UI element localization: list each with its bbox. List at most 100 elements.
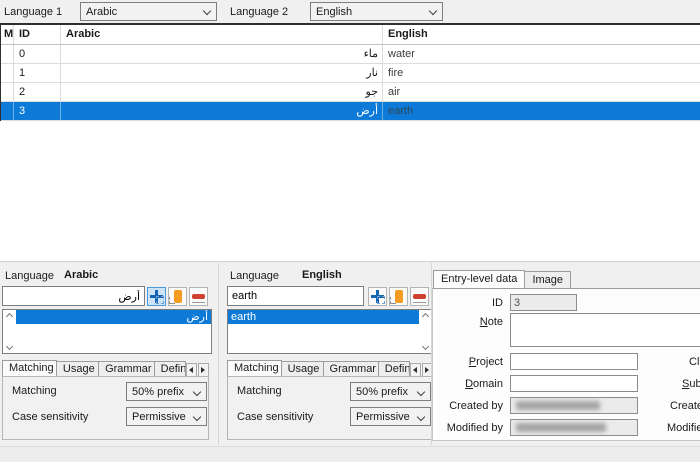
arabic-case-sensitivity-select[interactable]: Permissive [126, 407, 207, 426]
english-matching-select[interactable]: 50% prefix [350, 382, 431, 401]
grid-cell-arabic: نار [61, 64, 383, 82]
tab-matching[interactable]: Matching [227, 360, 282, 377]
chevron-down-icon [429, 7, 437, 15]
tab-grammar[interactable]: Grammar [98, 361, 155, 377]
id-label: ID [430, 297, 503, 309]
chevron-down-icon [193, 413, 201, 421]
grid-cell-arabic: جو [61, 83, 383, 101]
tab-matching[interactable]: Matching [2, 360, 57, 377]
english-language-name: English [302, 269, 342, 281]
matching-value: 50% prefix [356, 386, 408, 398]
grid-header-english[interactable]: English [383, 25, 700, 44]
application-window: Language 1 Arabic Language 2 English M I… [0, 0, 700, 462]
language2-combo[interactable]: English [310, 2, 443, 21]
modified-label-right: Modifie [667, 422, 700, 434]
triangle-right-icon [425, 367, 429, 373]
list-item-selected[interactable]: أرض [16, 310, 211, 324]
triangle-right-icon [201, 367, 205, 373]
english-language-label: Language [230, 270, 279, 282]
grid-row[interactable]: 0 ماء water [1, 45, 700, 64]
chevron-down-icon[interactable] [422, 343, 429, 350]
grid-cell-english: fire [383, 64, 700, 82]
list-item-selected[interactable]: earth [228, 310, 419, 324]
matching-label: Matching [12, 385, 57, 397]
arabic-add-term-button[interactable] [147, 287, 166, 306]
grid-header-arabic[interactable]: Arabic [61, 25, 383, 44]
arabic-language-name: Arabic [64, 269, 98, 281]
arabic-replace-term-button[interactable] [168, 287, 187, 306]
redacted-value [516, 401, 600, 410]
language1-value: Arabic [86, 6, 117, 18]
language2-value: English [316, 6, 352, 18]
tab-scroll-right-button[interactable] [198, 363, 209, 377]
red-dash-icon [192, 294, 205, 299]
tab-image[interactable]: Image [524, 271, 571, 289]
matching-label: Matching [237, 385, 282, 397]
arabic-delete-term-button[interactable] [189, 287, 208, 306]
list-scrollbar[interactable] [3, 310, 16, 353]
grid-cell-m [1, 102, 14, 120]
id-field [510, 294, 577, 311]
case-sensitivity-value: Permissive [132, 411, 186, 423]
chevron-up-icon[interactable] [422, 313, 429, 320]
domain-label: Domain [430, 378, 503, 390]
grid-cell-arabic: ماء [61, 45, 383, 63]
subject-label: Sub [682, 378, 700, 390]
case-sensitivity-label: Case sensitivity [237, 411, 313, 423]
status-bar [0, 446, 700, 462]
chevron-down-icon [203, 7, 211, 15]
matching-value: 50% prefix [132, 386, 184, 398]
grid-row[interactable]: 1 نار fire [1, 64, 700, 83]
grid-cell-arabic: أرض [61, 102, 383, 120]
grid-header-id[interactable]: ID [14, 25, 61, 44]
note-textarea[interactable] [510, 313, 700, 347]
english-delete-term-button[interactable] [410, 287, 429, 306]
tab-scroll-left-button[interactable] [410, 363, 421, 377]
note-label: Note [430, 316, 503, 328]
tab-scroll-left-button[interactable] [186, 363, 197, 377]
tab-grammar[interactable]: Grammar [323, 361, 379, 377]
arabic-matching-select[interactable]: 50% prefix [126, 382, 207, 401]
grid-cell-id: 0 [14, 45, 61, 63]
chevron-down-icon[interactable] [6, 343, 13, 350]
grid-header-m[interactable]: M [1, 25, 14, 44]
grid-row[interactable]: 2 جو air [1, 83, 700, 102]
tab-usage[interactable]: Usage [281, 361, 324, 377]
red-dash-icon [413, 294, 426, 299]
entries-area: M ID Arabic English 0 ماء water 1 نار fi… [0, 23, 700, 262]
english-add-term-button[interactable] [368, 287, 387, 306]
english-case-sensitivity-select[interactable]: Permissive [350, 407, 431, 426]
chevron-up-icon[interactable] [6, 313, 13, 320]
project-field[interactable] [510, 353, 638, 370]
tab-entry-level-data[interactable]: Entry-level data [433, 270, 525, 289]
triangle-left-icon [413, 367, 417, 373]
grid-cell-english: earth [383, 102, 700, 120]
english-matching-tabpage: Matching 50% prefix Case sensitivity Per… [227, 376, 433, 440]
arabic-term-list[interactable]: أرض [2, 309, 212, 354]
grid-cell-m [1, 45, 14, 63]
language1-label: Language 1 [4, 6, 62, 18]
tab-definition[interactable]: Defin [154, 361, 186, 377]
arabic-term-input[interactable] [2, 286, 145, 306]
tab-definition[interactable]: Defin [378, 361, 410, 377]
tab-usage[interactable]: Usage [56, 361, 99, 377]
grid-row-selected[interactable]: 3 أرض earth [1, 102, 700, 121]
domain-field[interactable] [510, 375, 638, 392]
orange-bar-icon [174, 290, 182, 303]
panel-divider [218, 263, 219, 445]
grid-cell-id: 3 [14, 102, 61, 120]
english-detail-tabs: Matching Usage Grammar Defin [227, 360, 433, 377]
arabic-detail-tabs: Matching Usage Grammar Defin [2, 360, 209, 377]
english-term-list[interactable]: earth [227, 309, 433, 354]
english-replace-term-button[interactable] [389, 287, 408, 306]
chevron-down-icon [417, 413, 425, 421]
created-by-label: Created by [430, 400, 503, 412]
panel-divider [431, 263, 432, 445]
modified-by-label: Modified by [430, 422, 503, 434]
grid-header-row: M ID Arabic English [1, 25, 700, 45]
triangle-left-icon [189, 367, 193, 373]
project-label: Project [430, 356, 503, 368]
language1-combo[interactable]: Arabic [80, 2, 217, 21]
english-term-input[interactable] [227, 286, 364, 306]
language2-label: Language 2 [230, 6, 288, 18]
